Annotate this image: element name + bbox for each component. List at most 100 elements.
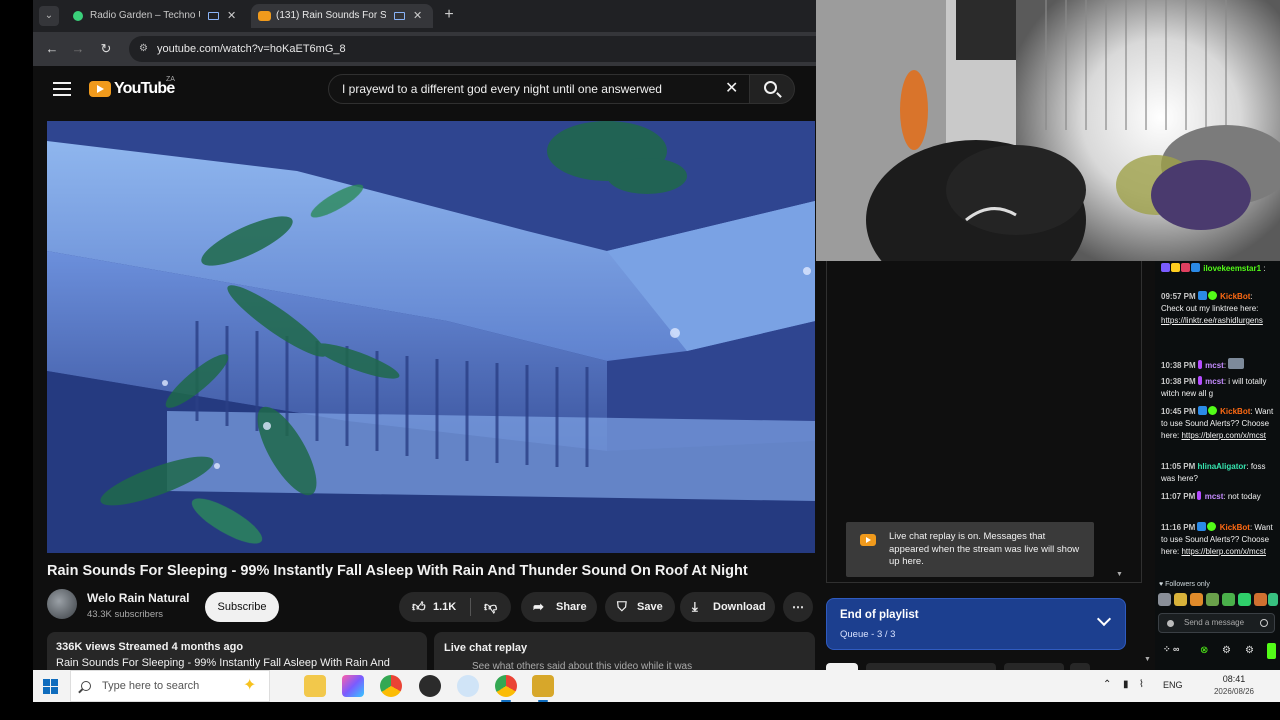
chip[interactable] — [826, 663, 858, 670]
badge-icon — [1161, 263, 1170, 272]
emote-icon[interactable] — [1206, 593, 1219, 606]
address-bar[interactable]: ⚙ youtube.com/watch?v=hoKaET6mG_8 — [129, 36, 829, 62]
close-tab-icon[interactable]: ✕ — [227, 4, 236, 28]
chat-scrollbar-arrow[interactable]: ▼ — [1116, 571, 1123, 578]
video-player[interactable] — [47, 121, 815, 553]
network-icon[interactable]: ⌇ — [1139, 679, 1144, 690]
reload-icon[interactable]: ↻ — [97, 40, 115, 58]
chip[interactable] — [866, 663, 996, 670]
forward-icon[interactable]: → — [69, 40, 87, 58]
playlist-panel[interactable]: End of playlist Queue - 3 / 3 — [826, 598, 1126, 650]
thumbs-up-icon[interactable]: 👍︎ — [412, 600, 426, 614]
bookmark-icon: ⛉ — [617, 599, 627, 614]
like-count[interactable]: 1.1K — [433, 592, 456, 622]
chat-username[interactable]: ilovekeemstar1 — [1203, 264, 1261, 273]
share-button[interactable]: ➦ Share — [521, 592, 597, 622]
kick-icon[interactable]: ⊗ — [1200, 644, 1208, 658]
chat-message: 11:05 PM hlinaAligator: foss was here? — [1161, 462, 1266, 483]
emote-icon[interactable] — [1190, 593, 1203, 606]
clock-time[interactable]: 08:41 — [1209, 674, 1259, 684]
tab-radio-garden[interactable]: Radio Garden – Techno Und ✕ — [65, 4, 247, 28]
snipping-tool-icon[interactable] — [457, 675, 479, 697]
playlist-queue: Queue - 3 / 3 — [840, 629, 896, 640]
channel-name[interactable]: Welo Rain Natural — [87, 591, 189, 605]
chip[interactable] — [1070, 663, 1090, 670]
search-input[interactable]: I prayewd to a different god every night… — [328, 74, 750, 104]
divider — [470, 598, 471, 616]
chat-message-input[interactable]: Send a message — [1158, 613, 1275, 633]
emote-icon[interactable] — [1222, 593, 1235, 606]
chat-username[interactable]: KickBot — [1220, 523, 1250, 532]
clock-date[interactable]: 2026/08/26 — [1204, 687, 1264, 696]
download-icon: ⤓ — [692, 599, 698, 614]
chat-username[interactable]: mcst — [1205, 361, 1224, 370]
tab-youtube[interactable]: (131) Rain Sounds For Sleep ✕ — [251, 4, 433, 28]
settings-icon[interactable]: ⚙ — [1222, 644, 1231, 658]
subscribe-button[interactable]: Subscribe — [205, 592, 279, 622]
chat-text: not today — [1227, 492, 1261, 501]
chat-text: : — [1263, 264, 1266, 273]
mod-tools-icon[interactable]: ⚙ — [1245, 644, 1254, 658]
chat-text: Check out my linktree here: — [1161, 304, 1259, 313]
chrome-icon[interactable] — [380, 675, 402, 697]
back-icon[interactable]: ← — [43, 40, 61, 58]
description-box[interactable]: 336K views Streamed 4 months ago Rain So… — [47, 632, 427, 670]
tab-search-button[interactable]: ⌄ — [39, 6, 59, 26]
chat-link[interactable]: https://blerp.com/x/mcst — [1181, 431, 1265, 440]
chat-username[interactable]: mcst — [1205, 377, 1224, 386]
page-scrollbar-arrow[interactable]: ▼ — [1144, 656, 1151, 663]
emote-icon[interactable] — [1254, 593, 1267, 606]
emote-icon[interactable] — [1158, 593, 1171, 606]
more-actions-button[interactable]: ⋯ — [783, 592, 813, 622]
chat-replay-subtitle: See what others said about this video wh… — [472, 661, 693, 670]
emote-icon[interactable] — [1268, 593, 1278, 606]
chat-time: 11:05 PM — [1161, 462, 1196, 471]
chat-link[interactable]: https://blerp.com/x/mcst — [1181, 547, 1265, 556]
clear-search-icon[interactable]: ✕ — [725, 80, 738, 98]
send-button[interactable] — [1267, 643, 1276, 659]
chevron-down-icon[interactable] — [1096, 611, 1112, 627]
screen-bottom-border — [0, 702, 1280, 720]
chrome-profile-icon[interactable] — [495, 675, 517, 702]
chat-message: 11:07 PM mcst: not today — [1161, 491, 1261, 501]
search-button[interactable] — [749, 74, 795, 104]
obs-icon[interactable] — [419, 675, 441, 697]
close-tab-icon[interactable]: ✕ — [413, 4, 422, 28]
emote-icon[interactable] — [1238, 593, 1251, 606]
site-info-icon[interactable]: ⚙ — [139, 43, 151, 55]
copilot-icon[interactable] — [342, 675, 364, 697]
taskbar-search[interactable]: Type here to search ✦ — [70, 670, 270, 702]
emote-icon[interactable] — [1174, 593, 1187, 606]
followers-only-notice: ♥ Followers only — [1159, 581, 1210, 588]
channel-avatar[interactable] — [47, 589, 77, 619]
followers-only-text: Followers only — [1165, 581, 1210, 588]
chat-username[interactable]: KickBot — [1220, 407, 1250, 416]
chevron-up-icon[interactable]: ⌃ — [1103, 679, 1111, 690]
verified-badge-icon — [1207, 406, 1217, 415]
chat-username[interactable]: hlinaAligator — [1197, 462, 1246, 471]
menu-icon[interactable] — [53, 82, 71, 96]
language-indicator[interactable]: ENG — [1163, 680, 1183, 690]
chat-link[interactable]: https://linktr.ee/rashidlurgens — [1161, 316, 1263, 325]
user-icon — [1167, 620, 1174, 627]
app-icon[interactable] — [532, 675, 554, 702]
save-button[interactable]: ⛉ Save — [605, 592, 675, 622]
live-chat-replay-box[interactable]: Live chat replay See what others said ab… — [434, 632, 815, 670]
chat-replay-title: Live chat replay — [444, 642, 528, 654]
points-counter[interactable]: ⁘ ∞ — [1163, 644, 1179, 655]
view-count: 336K views Streamed 4 months ago — [56, 641, 244, 653]
usb-icon[interactable]: ▮ — [1123, 679, 1129, 690]
chat-replay-notice: Live chat replay is on. Messages that ap… — [846, 522, 1094, 577]
download-button[interactable]: ⤓ Download — [680, 592, 775, 622]
chat-username[interactable]: mcst — [1205, 492, 1224, 501]
windows-start-icon[interactable] — [43, 679, 58, 694]
file-explorer-icon[interactable] — [304, 675, 326, 697]
thumbs-down-icon[interactable]: 👎︎ — [484, 600, 498, 614]
emoji-icon[interactable] — [1260, 619, 1268, 627]
chip[interactable] — [1004, 663, 1064, 670]
chat-time: 11:16 PM — [1161, 523, 1196, 532]
badge-icon — [1197, 360, 1202, 369]
youtube-favicon-icon — [258, 11, 271, 21]
chat-username[interactable]: KickBot — [1220, 292, 1250, 301]
new-tab-button[interactable]: + — [439, 5, 459, 25]
